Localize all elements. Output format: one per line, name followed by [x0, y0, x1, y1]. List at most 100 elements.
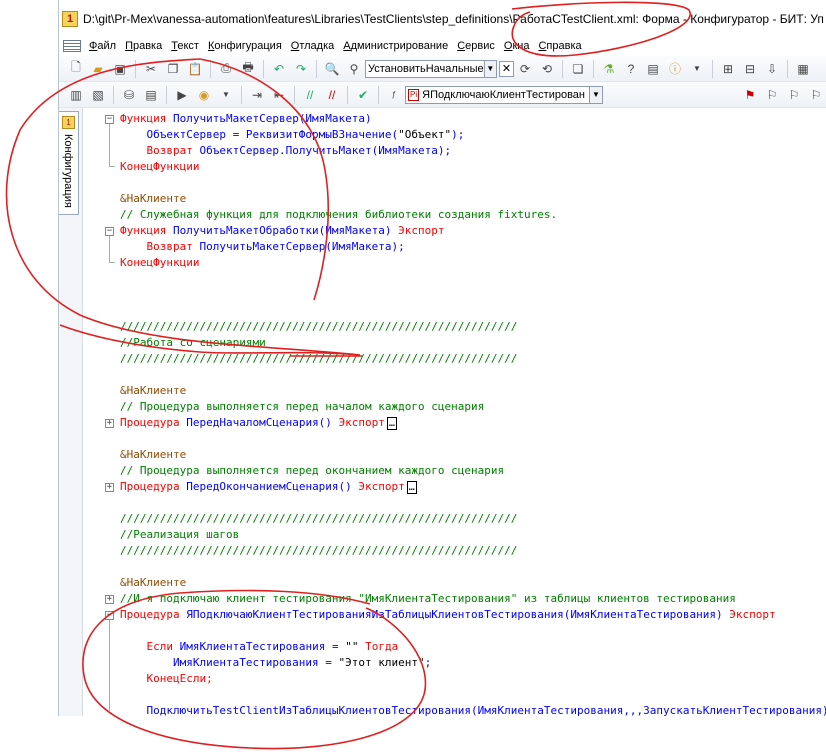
standard-toolbar: 🗋 ▰ ▣ ✂ ❐ 📋 ⎙ 🖶 ↶ ↷ 🔍 ⚲ УстановитьНачаль…	[59, 56, 826, 82]
comment-icon[interactable]: //	[302, 87, 318, 103]
database-icon[interactable]: ⛁	[121, 87, 137, 103]
code-text: // Служебная функция для подключения биб…	[120, 207, 557, 223]
code-token: //И я подключаю клиент тестирования "Имя…	[120, 592, 736, 605]
menu-item[interactable]: Файл	[89, 40, 116, 52]
chevron-down-icon[interactable]: ▼	[483, 60, 496, 77]
undo-icon[interactable]: ↶	[271, 61, 287, 77]
menu-item[interactable]: Отладка	[291, 40, 335, 52]
compare-icon[interactable]: ⊟	[742, 61, 758, 77]
cut-icon[interactable]: ✂	[143, 61, 159, 77]
run-icon[interactable]: ▶	[174, 87, 190, 103]
code-text: КонецФункции	[120, 255, 199, 271]
code-token: КонецФункции	[120, 256, 200, 269]
procedure-list-icon[interactable]: ƒ	[386, 87, 402, 103]
copy-icon[interactable]: ❐	[165, 61, 181, 77]
menu-item[interactable]: Правка	[125, 40, 162, 52]
table-icon[interactable]: ▤	[143, 87, 159, 103]
collapsed-block-marker[interactable]: …	[406, 480, 417, 494]
toolbar-separator	[294, 85, 295, 104]
toolbar-separator	[378, 85, 379, 104]
search-in-files-icon[interactable]: 🔍	[324, 61, 340, 77]
code-token: Экспорт	[398, 224, 445, 237]
open-folder-icon[interactable]: ▰	[90, 61, 106, 77]
code-text: // Процедура выполняется перед началом к…	[120, 399, 484, 415]
code-text: Функция ПолучитьМакетОбработки(ИмяМакета…	[120, 223, 445, 239]
menu-grip-icon[interactable]	[63, 40, 81, 52]
search-combo[interactable]: УстановитьНачальные ▼	[365, 59, 497, 78]
chevron-down-icon[interactable]: ▼	[218, 87, 234, 103]
bookmark-prev-icon[interactable]: ⚐	[786, 87, 802, 103]
module-icon[interactable]: ▦	[795, 61, 811, 77]
code-token: ЯПодключаюКлиентТестированияИзТаблицыКли…	[186, 608, 730, 621]
code-text: ////////////////////////////////////////…	[120, 543, 517, 559]
code-token: );	[451, 128, 465, 141]
toolbar-separator	[712, 59, 713, 78]
menu-item[interactable]: Конфигурация	[208, 40, 282, 52]
menu-item[interactable]: Справка	[538, 40, 581, 52]
fold-collapse-icon[interactable]: −	[105, 611, 114, 620]
menu-item[interactable]: Текст	[171, 40, 199, 52]
fold-expand-icon[interactable]: +	[105, 483, 114, 492]
app-1c-icon: 1	[62, 11, 78, 27]
outdent-icon[interactable]: ⇤	[271, 87, 287, 103]
code-token: ////////////////////////////////////////…	[120, 512, 518, 525]
fold-guide	[109, 620, 110, 711]
code-editor[interactable]: − Функция ПолучитьМакетСервер(ИмяМакета) …	[83, 108, 826, 716]
save-icon[interactable]: ▣	[112, 61, 128, 77]
fold-guide	[109, 236, 110, 263]
code-token: Тогда	[358, 640, 399, 653]
code-text: // Процедура выполняется перед окончание…	[120, 463, 504, 479]
code-token: Функция	[120, 224, 173, 237]
new-document-icon[interactable]: 🗋	[68, 60, 84, 77]
redo-icon[interactable]: ↷	[293, 61, 309, 77]
find-icon[interactable]: ⚲	[346, 61, 362, 77]
indent-icon[interactable]: ⇥	[249, 87, 265, 103]
clear-search-icon[interactable]: ✕	[499, 60, 514, 77]
update-icon[interactable]: ⇩	[764, 61, 780, 77]
block-icon[interactable]: ▥	[68, 87, 84, 103]
tree-icon[interactable]: ⊞	[720, 61, 736, 77]
tab-configuration[interactable]: 1 Конфигурация	[59, 111, 79, 215]
find-next-icon[interactable]: ⟳	[517, 61, 533, 77]
fold-expand-icon[interactable]: +	[105, 595, 114, 604]
menu-item[interactable]: Сервис	[457, 40, 495, 52]
bookmark-clear-icon[interactable]: ⚐	[808, 87, 824, 103]
fold-collapse-icon[interactable]: −	[105, 227, 114, 236]
syntax-check-icon[interactable]: ✔	[355, 87, 371, 103]
chevron-down-icon[interactable]: ▼	[589, 86, 602, 103]
procedure-combo[interactable]: Pi ЯПодключаюКлиентТестирован ▼	[405, 85, 603, 104]
toolbar-separator	[316, 59, 317, 78]
help-search-icon[interactable]: ?	[623, 61, 639, 77]
uncomment-icon[interactable]: //	[324, 87, 340, 103]
syntax-helper-icon[interactable]: ▤	[645, 61, 661, 77]
code-token: ИмяКлиентаТестирования =	[179, 640, 346, 653]
menu-bar: Файл Правка Текст Конфигурация Отладка Админи…	[59, 38, 826, 54]
code-text: //Работа со сценариями	[120, 335, 266, 351]
wizard-icon[interactable]: ⚗	[601, 61, 617, 77]
menu-item[interactable]: Администрирование	[343, 40, 448, 52]
debug-icon[interactable]: ◉	[196, 87, 212, 103]
bookmark-icon[interactable]: ⚑	[742, 87, 758, 103]
info-icon[interactable]: ⓘ	[667, 61, 683, 77]
procedure-combo-value: ЯПодключаюКлиентТестирован	[422, 88, 585, 101]
code-token: ПодключитьTestClientИзТаблицыКлиентовТес…	[120, 704, 826, 716]
fold-expand-icon[interactable]: +	[105, 419, 114, 428]
code-text: КонецЕсли;	[120, 671, 213, 687]
text-editor-toolbar: ▥ ▧ ⛁ ▤ ▶ ◉ ▼ ⇥ ⇤ // // ✔ ƒ Pi ЯПодключа…	[59, 82, 826, 108]
code-token: ////////////////////////////////////////…	[120, 320, 518, 333]
code-text: //Реализация шагов	[120, 527, 239, 543]
collapsed-block-marker[interactable]: …	[386, 416, 397, 430]
bookmark-next-icon[interactable]: ⚐	[764, 87, 780, 103]
fold-collapse-icon[interactable]: −	[105, 115, 114, 124]
print-preview-icon[interactable]: 🖶	[240, 60, 256, 77]
code-text: Процедура ПередНачаломСценария() Экспорт…	[120, 415, 397, 431]
chevron-down-icon[interactable]: ▼	[689, 61, 705, 77]
window-icon[interactable]: ❏	[570, 61, 586, 77]
code-text: Возврат ПолучитьМакетСервер(ИмяМакета);	[120, 239, 405, 255]
find-previous-icon[interactable]: ⟲	[539, 61, 555, 77]
menu-item[interactable]: Окна	[504, 40, 530, 52]
format-icon[interactable]: ▧	[90, 87, 106, 103]
paste-icon[interactable]: 📋	[187, 61, 203, 77]
print-icon[interactable]: ⎙	[218, 61, 234, 77]
